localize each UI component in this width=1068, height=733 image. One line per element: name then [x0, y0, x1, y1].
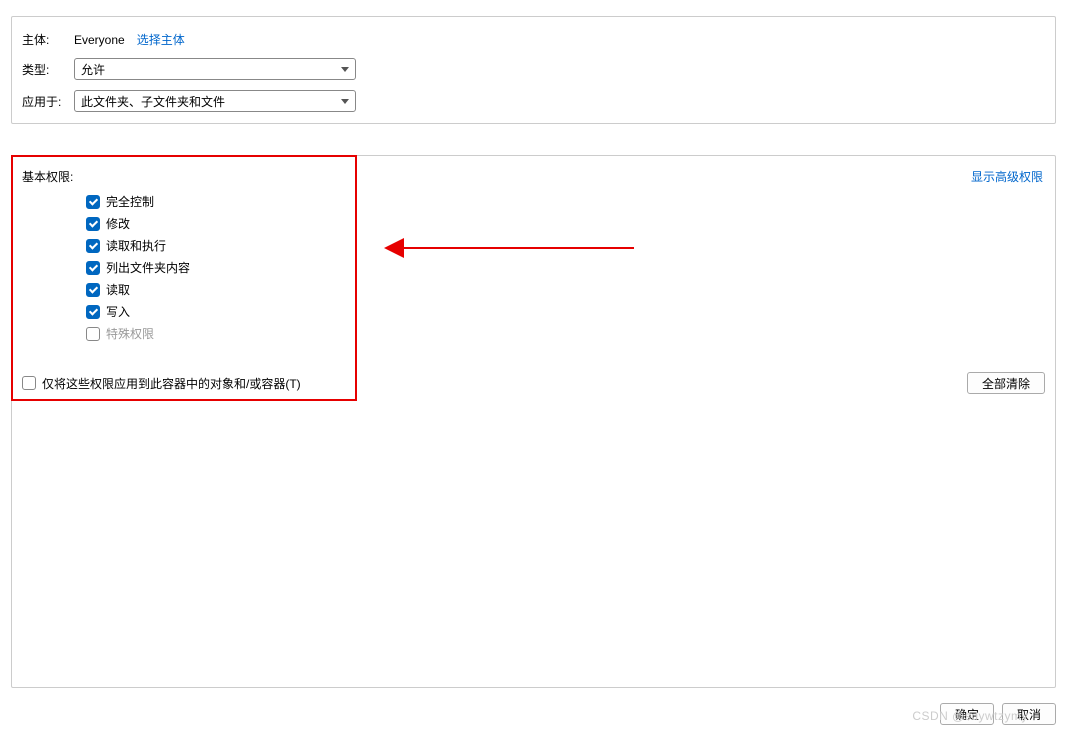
cancel-button[interactable]: 取消: [1002, 703, 1056, 725]
chevron-down-icon: [341, 67, 349, 72]
show-advanced-link[interactable]: 显示高级权限: [971, 168, 1043, 185]
permission-checkbox[interactable]: [86, 261, 100, 275]
permission-checkbox[interactable]: [86, 239, 100, 253]
applies-select[interactable]: 此文件夹、子文件夹和文件: [74, 90, 356, 112]
permissions-header: 基本权限: 显示高级权限: [22, 168, 1045, 185]
apply-only-label: 仅将这些权限应用到此容器中的对象和/或容器(T): [42, 375, 301, 392]
apply-only-container: 仅将这些权限应用到此容器中的对象和/或容器(T): [22, 375, 301, 392]
permission-label: 读取: [106, 281, 130, 298]
permission-item: 读取和执行: [86, 237, 1045, 254]
type-select-value: 允许: [81, 61, 105, 78]
permission-item: 写入: [86, 303, 1045, 320]
ok-button[interactable]: 确定: [940, 703, 994, 725]
permissions-panel: 基本权限: 显示高级权限 完全控制修改读取和执行列出文件夹内容读取写入特殊权限 …: [11, 155, 1056, 688]
type-select[interactable]: 允许: [74, 58, 356, 80]
permission-checkbox[interactable]: [86, 283, 100, 297]
chevron-down-icon: [341, 99, 349, 104]
permission-item: 修改: [86, 215, 1045, 232]
permission-item: 列出文件夹内容: [86, 259, 1045, 276]
apply-row: 仅将这些权限应用到此容器中的对象和/或容器(T) 全部清除: [22, 372, 1045, 394]
permission-label: 完全控制: [106, 193, 154, 210]
principal-value: Everyone: [74, 33, 125, 47]
type-label: 类型:: [22, 61, 74, 78]
principal-panel: 主体: Everyone 选择主体 类型: 允许 应用于: 此文件夹、子文件夹和…: [11, 16, 1056, 124]
permission-label: 写入: [106, 303, 130, 320]
permission-item: 完全控制: [86, 193, 1045, 210]
basic-permissions-title: 基本权限:: [22, 168, 73, 185]
permission-label: 读取和执行: [106, 237, 166, 254]
clear-all-button[interactable]: 全部清除: [967, 372, 1045, 394]
permissions-list: 完全控制修改读取和执行列出文件夹内容读取写入特殊权限: [86, 193, 1045, 342]
applies-row: 应用于: 此文件夹、子文件夹和文件: [22, 90, 1045, 112]
principal-label: 主体:: [22, 31, 74, 48]
applies-label: 应用于:: [22, 93, 74, 110]
type-row: 类型: 允许: [22, 58, 1045, 80]
permission-label: 修改: [106, 215, 130, 232]
dialog-footer: 确定 取消: [0, 703, 1068, 725]
applies-select-value: 此文件夹、子文件夹和文件: [81, 93, 225, 110]
permission-checkbox: [86, 327, 100, 341]
permission-checkbox[interactable]: [86, 305, 100, 319]
permission-checkbox[interactable]: [86, 217, 100, 231]
permission-label: 列出文件夹内容: [106, 259, 190, 276]
permission-item: 特殊权限: [86, 325, 1045, 342]
permission-item: 读取: [86, 281, 1045, 298]
permission-label: 特殊权限: [106, 325, 154, 342]
apply-only-checkbox[interactable]: [22, 376, 36, 390]
select-principal-link[interactable]: 选择主体: [137, 31, 185, 48]
principal-row: 主体: Everyone 选择主体: [22, 31, 1045, 48]
permission-checkbox[interactable]: [86, 195, 100, 209]
